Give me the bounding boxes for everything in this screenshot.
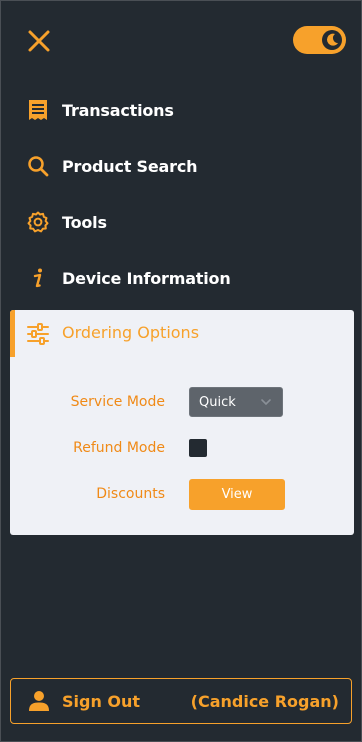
nav-item-transactions[interactable]: Transactions bbox=[1, 90, 361, 130]
theme-toggle[interactable] bbox=[293, 26, 346, 54]
search-icon bbox=[25, 153, 51, 179]
nav-label-tools: Tools bbox=[62, 212, 107, 232]
moon-icon bbox=[327, 33, 338, 46]
refund-mode-checkbox[interactable] bbox=[189, 439, 207, 457]
nav-item-product-search[interactable]: Product Search bbox=[1, 146, 361, 186]
service-mode-select[interactable]: Quick bbox=[189, 387, 283, 417]
service-mode-value: Quick bbox=[199, 395, 236, 410]
service-mode-label: Service Mode bbox=[70, 394, 165, 410]
nav-item-ordering-options[interactable]: Ordering Options bbox=[10, 310, 354, 357]
user-icon bbox=[28, 690, 50, 712]
receipt-icon bbox=[25, 97, 51, 123]
nav-label-device-information: Device Information bbox=[62, 268, 231, 288]
discounts-label: Discounts bbox=[96, 486, 165, 502]
close-icon bbox=[28, 30, 50, 52]
ordering-options-panel: Ordering Options Service Mode Quick Refu… bbox=[10, 310, 354, 535]
sliders-icon bbox=[25, 322, 51, 346]
side-menu: Transactions Product Search Tools Device… bbox=[0, 0, 362, 742]
nav-label-transactions: Transactions bbox=[62, 100, 174, 120]
refund-mode-label: Refund Mode bbox=[73, 440, 165, 456]
nav-label-product-search: Product Search bbox=[62, 156, 198, 176]
sign-out-button[interactable]: Sign Out (Candice Rogan) bbox=[10, 678, 352, 724]
gear-icon bbox=[25, 209, 51, 235]
view-discounts-button[interactable]: View bbox=[189, 479, 285, 510]
nav-item-tools[interactable]: Tools bbox=[1, 202, 361, 242]
nav-item-device-information[interactable]: Device Information bbox=[1, 258, 361, 298]
sign-out-label: Sign Out bbox=[62, 692, 141, 711]
info-icon bbox=[25, 265, 51, 291]
toggle-knob bbox=[322, 30, 342, 50]
chevron-down-icon bbox=[261, 399, 271, 406]
user-name: (Candice Rogan) bbox=[190, 692, 339, 711]
ordering-options-label: Ordering Options bbox=[62, 323, 200, 342]
close-button[interactable] bbox=[25, 27, 53, 55]
